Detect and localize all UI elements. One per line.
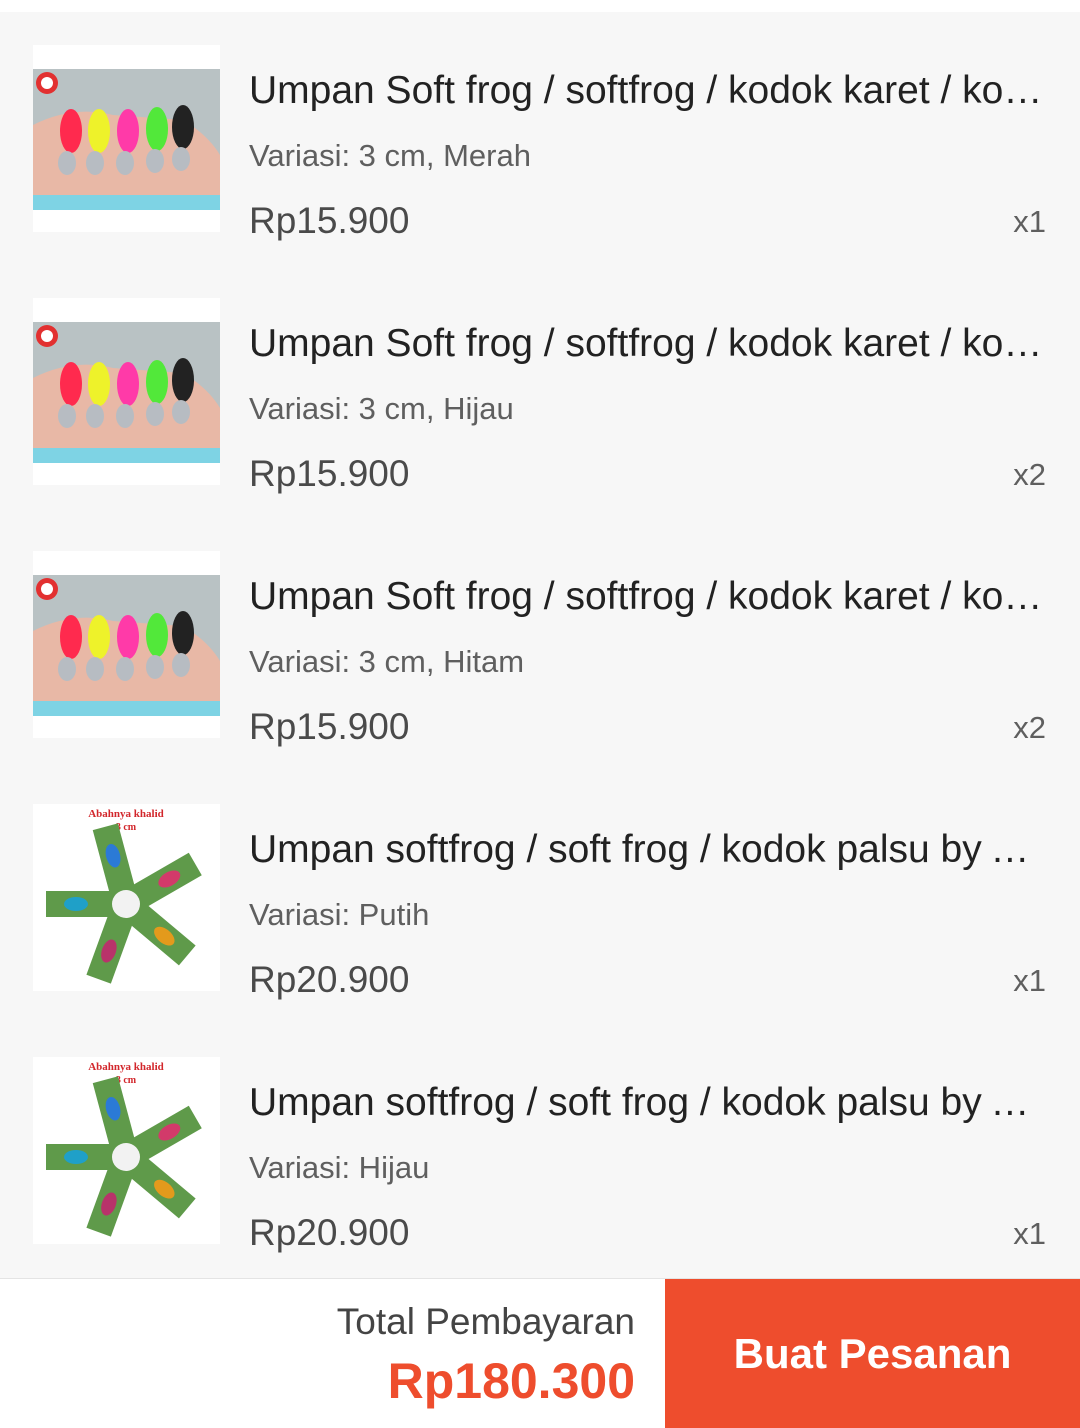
image-caption: Abahnya khalid xyxy=(88,808,164,820)
product-thumbnail[interactable] xyxy=(33,45,220,232)
order-item[interactable]: Abahnya khalid 3 cm Umpan softfrog / sof… xyxy=(0,1024,1080,1277)
image-caption: Abahnya khalid xyxy=(88,1061,164,1073)
product-thumbnail[interactable]: Abahnya khalid 3 cm xyxy=(33,1057,220,1244)
total-payment: Total Pembayaran Rp180.300 xyxy=(337,1279,635,1428)
product-thumbnail[interactable] xyxy=(33,298,220,485)
order-item[interactable]: Abahnya khalid 3 cm Umpan softfrog / sof… xyxy=(0,771,1080,1024)
product-title[interactable]: Umpan Soft frog / softfrog / kodok karet… xyxy=(249,319,1044,369)
frog-lure-hand-photo-icon xyxy=(33,45,220,232)
product-quantity: x2 xyxy=(1013,457,1046,492)
product-quantity: x2 xyxy=(1013,710,1046,745)
product-price: Rp15.900 xyxy=(249,200,410,241)
total-payment-label: Total Pembayaran xyxy=(336,1301,635,1342)
product-price: Rp15.900 xyxy=(249,706,410,747)
frog-lure-pack-photo-icon: Abahnya khalid 3 cm xyxy=(33,1057,220,1244)
product-quantity: x1 xyxy=(1013,1216,1046,1251)
frog-lure-pack-photo-icon: Abahnya khalid 3 cm xyxy=(33,804,220,991)
order-item-list: Umpan Soft frog / softfrog / kodok karet… xyxy=(0,12,1080,1278)
total-payment-value: Rp180.300 xyxy=(387,1353,635,1409)
order-item[interactable]: Umpan Soft frog / softfrog / kodok karet… xyxy=(0,518,1080,771)
product-variant: Variasi: Hijau xyxy=(249,1150,430,1185)
checkout-bar: Total Pembayaran Rp180.300 Buat Pesanan xyxy=(0,1278,1080,1428)
product-thumbnail[interactable] xyxy=(33,551,220,738)
product-price: Rp15.900 xyxy=(249,453,410,494)
order-item[interactable]: Umpan Soft frog / softfrog / kodok karet… xyxy=(0,12,1080,265)
product-title[interactable]: Umpan Soft frog / softfrog / kodok karet… xyxy=(249,66,1044,116)
product-variant: Variasi: 3 cm, Hijau xyxy=(249,391,514,426)
checkout-page: Umpan Soft frog / softfrog / kodok karet… xyxy=(0,0,1080,1428)
order-item[interactable]: Umpan Soft frog / softfrog / kodok karet… xyxy=(0,265,1080,518)
frog-lure-hand-photo-icon xyxy=(33,551,220,738)
product-price: Rp20.900 xyxy=(249,959,410,1000)
product-title[interactable]: Umpan softfrog / soft frog / kodok palsu… xyxy=(249,1078,1044,1128)
product-variant: Variasi: Putih xyxy=(249,897,430,932)
product-price: Rp20.900 xyxy=(249,1212,410,1253)
product-quantity: x1 xyxy=(1013,963,1046,998)
product-thumbnail[interactable]: Abahnya khalid 3 cm xyxy=(33,804,220,991)
product-variant: Variasi: 3 cm, Merah xyxy=(249,138,531,173)
product-variant: Variasi: 3 cm, Hitam xyxy=(249,644,525,679)
product-title[interactable]: Umpan Soft frog / softfrog / kodok karet… xyxy=(249,572,1044,622)
product-quantity: x1 xyxy=(1013,204,1046,239)
frog-lure-hand-photo-icon xyxy=(33,298,220,485)
place-order-button[interactable]: Buat Pesanan xyxy=(665,1279,1080,1428)
product-title[interactable]: Umpan softfrog / soft frog / kodok palsu… xyxy=(249,825,1044,875)
